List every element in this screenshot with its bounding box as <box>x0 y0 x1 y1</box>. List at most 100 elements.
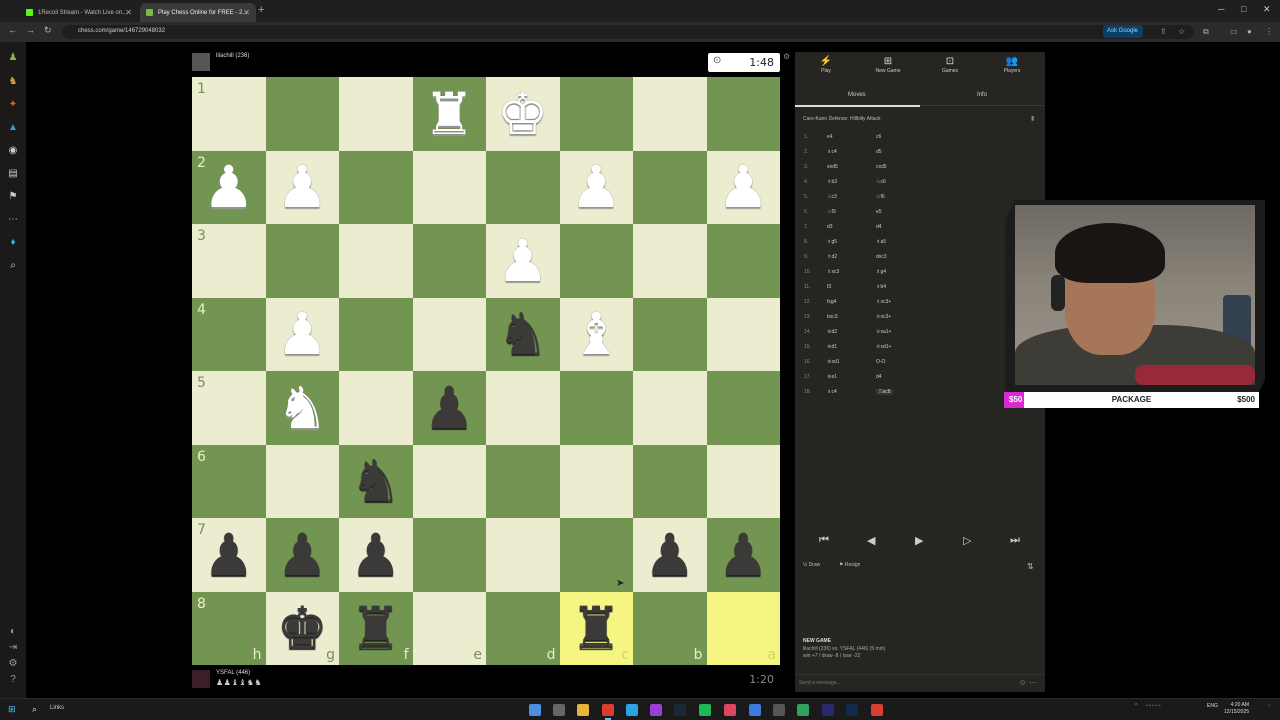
board-square[interactable]: d <box>486 591 560 665</box>
learn-icon[interactable]: ▲ <box>7 122 19 134</box>
board-square[interactable] <box>706 444 780 518</box>
board-square[interactable] <box>559 444 633 518</box>
board-square[interactable]: ♟ <box>633 518 707 592</box>
chess-board[interactable]: 1 ♜ ♚ 2 ♟ ♟ ♟ ♟ 3 ♟ 4 ♟ ♞ ♝ 5 ♞ ♟ 6 ♞ 7 ♟ ♟ ♟ ♟ ♟ 8 h g ♚ f ♜ e d c ♜ b a <box>192 77 780 665</box>
file-explorer-icon[interactable] <box>577 704 589 716</box>
board-square[interactable]: 5 <box>192 371 266 445</box>
help-icon[interactable]: ? <box>7 674 19 686</box>
tab-chess[interactable]: Play Chess Online for FREE - 2... ✕ <box>140 3 256 22</box>
board-square[interactable]: ♚ <box>486 77 560 151</box>
board-square[interactable] <box>486 518 560 592</box>
black-pawn-piece[interactable]: ♟ <box>339 518 413 592</box>
task-view-icon[interactable] <box>553 704 565 716</box>
draw-button[interactable]: ½ Draw <box>803 562 820 568</box>
obs-icon[interactable] <box>650 704 662 716</box>
tab-new-game[interactable]: ⊞ New Game <box>857 56 919 74</box>
maximize-icon[interactable]: □ <box>1241 4 1246 14</box>
board-square[interactable] <box>486 444 560 518</box>
white-move[interactable]: ♗d2 <box>827 254 837 260</box>
tab-games[interactable]: ⊡ Games <box>919 56 981 74</box>
white-move[interactable]: ♔e1 <box>827 374 837 380</box>
tray-overflow-icon[interactable]: ⌃ <box>1134 703 1138 709</box>
white-knight-piece[interactable]: ♞ <box>266 371 340 445</box>
board-square[interactable] <box>339 371 413 445</box>
play-moves-icon[interactable]: ▶ <box>915 534 923 547</box>
forward-icon[interactable]: → <box>26 25 35 35</box>
board-square[interactable] <box>633 297 707 371</box>
board-square[interactable] <box>412 224 486 298</box>
black-move[interactable]: cxd5 <box>876 164 887 170</box>
white-move[interactable]: f3 <box>827 284 831 290</box>
board-square[interactable]: 8h <box>192 591 266 665</box>
resign-button[interactable]: ⚑ Resign <box>839 562 860 568</box>
board-square[interactable] <box>559 224 633 298</box>
board-square[interactable]: ♟ <box>486 224 560 298</box>
new-tab-button[interactable]: + <box>258 4 264 16</box>
board-square[interactable] <box>265 224 339 298</box>
first-move-icon[interactable]: ⏮ <box>819 534 829 547</box>
diamond-icon[interactable]: ♦ <box>7 237 19 249</box>
telegram-icon[interactable] <box>626 704 638 716</box>
language-indicator[interactable]: ENG <box>1207 703 1218 709</box>
board-square[interactable]: a <box>706 591 780 665</box>
board-square[interactable] <box>633 77 707 151</box>
bottom-player-name[interactable]: YSFAL (446) <box>216 670 250 676</box>
black-move[interactable]: c6 <box>876 134 881 140</box>
theme-icon[interactable]: ◐ <box>7 626 19 638</box>
white-move[interactable]: fxg4 <box>827 299 836 305</box>
board-square[interactable] <box>559 371 633 445</box>
app-icon[interactable] <box>773 704 785 716</box>
settings-icon[interactable]: ⚙ <box>7 658 19 670</box>
white-move[interactable]: ♗g5 <box>827 239 837 245</box>
black-king-piece[interactable]: ♚ <box>266 592 340 666</box>
black-move[interactable]: ♘c6 <box>876 179 886 185</box>
white-pawn-piece[interactable]: ♟ <box>266 298 340 372</box>
url-input[interactable]: chess.com/game/146729048032 <box>62 25 1194 39</box>
board-square[interactable]: 7 ♟ <box>192 518 266 592</box>
board-square[interactable]: ♟ <box>412 371 487 445</box>
extensions-icon[interactable]: ⧉ <box>1203 27 1209 37</box>
avatar[interactable] <box>192 670 210 688</box>
flip-board-icon[interactable]: ⇅ <box>1027 562 1034 571</box>
white-pawn-piece[interactable]: ♟ <box>707 151 781 225</box>
taskbar-search-label[interactable]: Links <box>50 705 64 711</box>
search-icon[interactable]: ⌕ <box>7 260 19 272</box>
app-icon[interactable] <box>749 704 761 716</box>
black-move[interactable]: ♘f6 <box>876 194 885 200</box>
board-square[interactable]: 2 ♟ <box>192 150 266 224</box>
board-square[interactable]: ♝ <box>559 297 634 372</box>
white-move[interactable]: ♔xd1 <box>827 359 840 365</box>
black-move[interactable]: ♖ac8 <box>876 389 893 395</box>
board-settings-icon[interactable]: ⚙ <box>783 52 790 61</box>
tab-info[interactable]: Info <box>977 92 987 98</box>
tray-icons[interactable]: ▫ ▫ ▫ ▫ ▫ <box>1146 703 1160 709</box>
white-move[interactable]: ♗xc3 <box>827 269 839 275</box>
book-icon[interactable]: ▮ <box>1031 115 1034 122</box>
board-square[interactable] <box>633 224 707 298</box>
white-move[interactable]: exd5 <box>827 164 838 170</box>
black-move[interactable]: ♕xc3+ <box>876 314 891 320</box>
board-square[interactable]: 3 <box>192 224 266 298</box>
board-square[interactable]: 1 <box>192 77 266 151</box>
steam-icon[interactable] <box>674 704 686 716</box>
copilot-icon[interactable] <box>529 704 541 716</box>
last-move-icon[interactable]: ⏭ <box>1010 534 1020 547</box>
black-move[interactable]: d5 <box>876 149 882 155</box>
board-square[interactable] <box>412 444 486 518</box>
board-square[interactable]: g ♚ <box>265 591 340 666</box>
white-move[interactable]: ♗c4 <box>827 149 837 155</box>
black-move[interactable]: O-O <box>876 359 885 365</box>
sidebar-toggle-icon[interactable]: ▭ <box>1230 27 1238 36</box>
black-pawn-piece[interactable]: ♟ <box>633 518 707 592</box>
white-move[interactable]: ♔d1 <box>827 344 837 350</box>
board-square[interactable]: 6 <box>192 444 266 518</box>
avatar[interactable] <box>192 53 210 71</box>
black-pawn-piece[interactable]: ♟ <box>413 371 487 445</box>
board-square[interactable]: ♟ <box>265 518 339 592</box>
black-move[interactable]: d4 <box>876 374 882 380</box>
close-tab-icon[interactable]: ✕ <box>125 8 132 17</box>
chrome-icon[interactable] <box>602 704 614 720</box>
white-bishop-piece[interactable]: ♝ <box>560 298 634 372</box>
tab-players[interactable]: 👥 Players <box>981 56 1043 74</box>
windows-start-icon[interactable]: ⊞ <box>8 704 16 715</box>
